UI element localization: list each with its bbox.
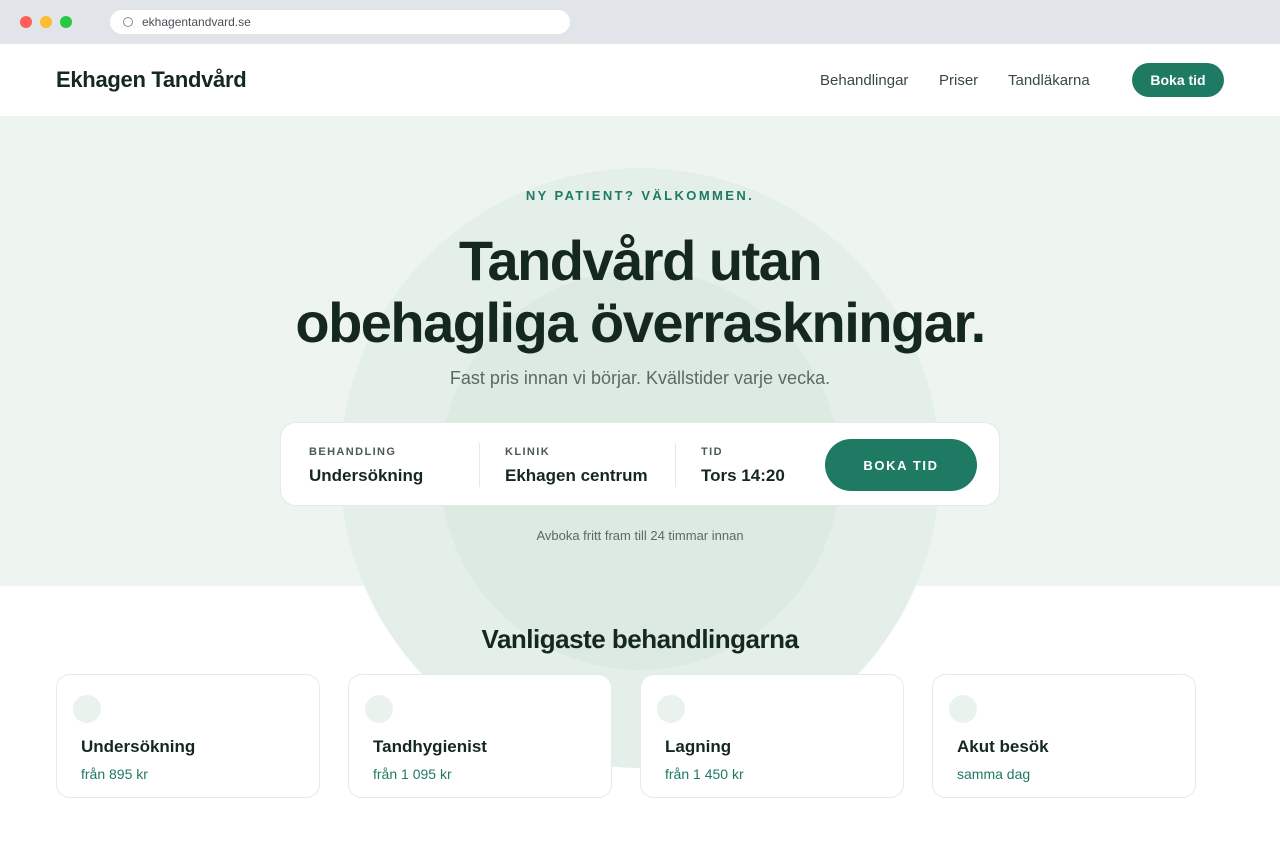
site-info-icon bbox=[123, 17, 133, 27]
treatment-card[interactable]: Lagning från 1 450 kr bbox=[640, 674, 904, 798]
treatment-card-title: Akut besök bbox=[957, 737, 1049, 756]
cancellation-note: Avboka fritt fram till 24 timmar innan bbox=[536, 528, 744, 543]
treatment-icon bbox=[73, 695, 101, 723]
site-header: Ekhagen Tandvård Behandlingar Priser Tan… bbox=[0, 44, 1280, 116]
hero-eyebrow: NY PATIENT? VÄLKOMMEN. bbox=[525, 188, 755, 203]
header-book-button[interactable]: Boka tid bbox=[1132, 63, 1224, 97]
treatment-card-price: från 895 kr bbox=[81, 766, 148, 782]
treatment-icon bbox=[657, 695, 685, 723]
close-window-button[interactable] bbox=[20, 16, 32, 28]
site-logo[interactable]: Ekhagen Tandvård bbox=[56, 67, 247, 93]
clinic-label: KLINIK bbox=[505, 446, 551, 458]
hero-headline: Tandvård utan obehagliga överraskningar. bbox=[0, 230, 1280, 354]
treatment-card[interactable]: Undersökning från 895 kr bbox=[56, 674, 320, 798]
treatment-card-price: från 1 095 kr bbox=[373, 766, 452, 782]
nav-link-priser[interactable]: Priser bbox=[939, 72, 978, 89]
treatment-card-title: Tandhygienist bbox=[373, 737, 487, 756]
browser-chrome: ekhagentandvard.se bbox=[0, 0, 1280, 44]
treatment-card-title: Undersökning bbox=[81, 737, 196, 756]
hero-headline-line-2: obehagliga överraskningar. bbox=[295, 291, 986, 354]
hero-subhead: Fast pris innan vi börjar. Kvällstider v… bbox=[449, 368, 831, 388]
treatment-icon bbox=[949, 695, 977, 723]
treatment-label: BEHANDLING bbox=[309, 446, 397, 458]
treatment-value: Undersökning bbox=[309, 466, 424, 485]
field-divider bbox=[675, 443, 676, 487]
treatment-card[interactable]: Akut besök samma dag bbox=[932, 674, 1196, 798]
minimize-window-button[interactable] bbox=[40, 16, 52, 28]
treatments-title: Vanligaste behandlingarna bbox=[481, 624, 799, 654]
booking-widget: BEHANDLING Undersökning KLINIK Ekhagen c… bbox=[280, 422, 1000, 506]
maximize-window-button[interactable] bbox=[60, 16, 72, 28]
book-appointment-button[interactable]: BOKA TID bbox=[825, 439, 977, 491]
time-value: Tors 14:20 bbox=[701, 466, 785, 485]
time-label: TID bbox=[701, 446, 723, 458]
treatment-card-title: Lagning bbox=[665, 737, 732, 756]
treatment-icon bbox=[365, 695, 393, 723]
nav-link-tandlakarna[interactable]: Tandläkarna bbox=[1008, 72, 1090, 89]
field-divider bbox=[479, 443, 480, 487]
treatment-card-price: samma dag bbox=[957, 766, 1031, 782]
url-text: ekhagentandvard.se bbox=[142, 15, 251, 29]
hero-headline-line-1: Tandvård utan bbox=[458, 229, 823, 292]
treatment-card[interactable]: Tandhygienist från 1 095 kr bbox=[348, 674, 612, 798]
clinic-value: Ekhagen centrum bbox=[505, 466, 648, 485]
treatment-card-price: från 1 450 kr bbox=[665, 766, 744, 782]
address-bar[interactable]: ekhagentandvard.se bbox=[110, 10, 570, 34]
nav-link-behandlingar[interactable]: Behandlingar bbox=[820, 72, 908, 89]
